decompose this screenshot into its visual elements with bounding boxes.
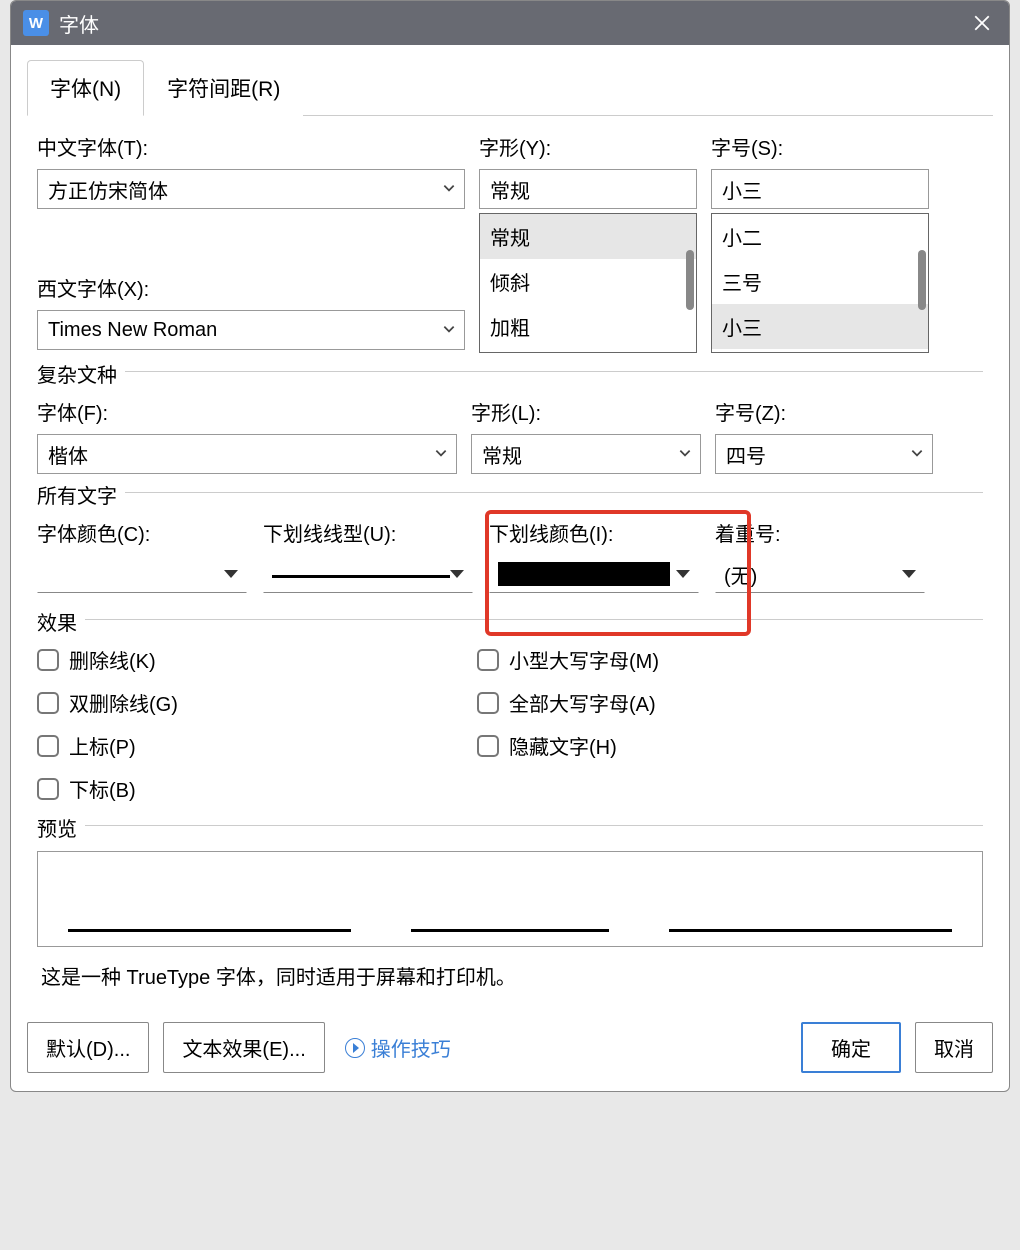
size-label: 字号(S): bbox=[711, 132, 929, 161]
chevron-down-icon bbox=[908, 443, 926, 466]
small-caps-checkbox[interactable]: 小型大写字母(M) bbox=[477, 645, 917, 674]
list-item[interactable]: 三号 bbox=[712, 259, 928, 304]
chevron-down-icon bbox=[432, 443, 450, 466]
complex-font-label: 字体(F): bbox=[37, 397, 457, 426]
complex-style-label: 字形(L): bbox=[471, 397, 701, 426]
cn-font-value: 方正仿宋简体 bbox=[48, 175, 440, 204]
tips-link[interactable]: 操作技巧 bbox=[345, 1033, 451, 1062]
complex-style-combo[interactable]: 常规 bbox=[471, 434, 701, 474]
west-font-combo[interactable]: Times New Roman bbox=[37, 310, 465, 350]
caret-down-icon bbox=[902, 570, 916, 578]
preview-underline bbox=[68, 892, 351, 932]
titlebar: W 字体 bbox=[11, 1, 1009, 45]
text-effect-button[interactable]: 文本效果(E)... bbox=[163, 1022, 324, 1073]
style-listbox[interactable]: 常规 倾斜 加粗 bbox=[479, 213, 697, 353]
style-input[interactable]: 常规 bbox=[479, 169, 697, 209]
chevron-down-icon bbox=[676, 443, 694, 466]
size-input[interactable]: 小三 bbox=[711, 169, 929, 209]
emphasis-label: 着重号: bbox=[715, 518, 925, 547]
tab-font[interactable]: 字体(N) bbox=[27, 60, 144, 116]
subscript-checkbox[interactable]: 下标(B) bbox=[37, 774, 477, 803]
close-button[interactable] bbox=[967, 8, 997, 38]
chevron-down-icon bbox=[440, 178, 458, 201]
chevron-down-icon bbox=[440, 319, 458, 342]
app-icon: W bbox=[23, 10, 49, 36]
style-label: 字形(Y): bbox=[479, 132, 697, 161]
double-strikethrough-checkbox[interactable]: 双删除线(G) bbox=[37, 688, 477, 717]
size-listbox[interactable]: 小二 三号 小三 bbox=[711, 213, 929, 353]
scrollbar[interactable] bbox=[918, 250, 926, 310]
preview-group: 预览 bbox=[37, 825, 983, 947]
hidden-checkbox[interactable]: 隐藏文字(H) bbox=[477, 731, 917, 760]
list-item[interactable]: 小三 bbox=[712, 304, 928, 349]
complex-script-group: 复杂文种 字体(F): 楷体 字形(L): 常规 bbox=[37, 371, 983, 474]
preview-underline bbox=[411, 892, 609, 932]
complex-size-combo[interactable]: 四号 bbox=[715, 434, 933, 474]
complex-size-label: 字号(Z): bbox=[715, 397, 933, 426]
default-button[interactable]: 默认(D)... bbox=[27, 1022, 149, 1073]
cn-font-label: 中文字体(T): bbox=[37, 132, 465, 161]
strikethrough-checkbox[interactable]: 删除线(K) bbox=[37, 645, 477, 674]
font-hint-text: 这是一种 TrueType 字体，同时适用于屏幕和打印机。 bbox=[41, 961, 983, 990]
all-text-group: 所有文字 字体颜色(C): 下划线线型(U): 下划线颜色(I): bbox=[37, 492, 983, 593]
dialog-footer: 默认(D)... 文本效果(E)... 操作技巧 确定 取消 bbox=[11, 1014, 1009, 1091]
preview-box bbox=[37, 851, 983, 947]
list-item[interactable]: 加粗 bbox=[480, 304, 696, 349]
effects-legend: 效果 bbox=[37, 607, 85, 636]
cancel-button[interactable]: 取消 bbox=[915, 1022, 993, 1073]
all-caps-checkbox[interactable]: 全部大写字母(A) bbox=[477, 688, 917, 717]
tab-bar: 字体(N) 字符间距(R) bbox=[27, 59, 993, 116]
complex-legend: 复杂文种 bbox=[37, 359, 125, 388]
font-color-dropdown[interactable] bbox=[37, 555, 247, 593]
cn-font-combo[interactable]: 方正仿宋简体 bbox=[37, 169, 465, 209]
caret-down-icon bbox=[224, 570, 238, 578]
list-item[interactable]: 常规 bbox=[480, 214, 696, 259]
list-item[interactable]: 倾斜 bbox=[480, 259, 696, 304]
play-icon bbox=[345, 1038, 365, 1058]
west-font-label: 西文字体(X): bbox=[37, 273, 465, 302]
complex-font-combo[interactable]: 楷体 bbox=[37, 434, 457, 474]
emphasis-dropdown[interactable]: (无) bbox=[715, 555, 925, 593]
caret-down-icon bbox=[676, 570, 690, 578]
font-dialog: W 字体 字体(N) 字符间距(R) 中文字体(T): 方正仿宋简体 西文字体(… bbox=[10, 0, 1010, 1092]
underline-style-dropdown[interactable] bbox=[263, 555, 473, 593]
window-title: 字体 bbox=[59, 9, 967, 38]
tab-spacing[interactable]: 字符间距(R) bbox=[144, 60, 303, 116]
effects-group: 效果 删除线(K) 双删除线(G) 上标(P) 下标(B) 小型大写字母(M) … bbox=[37, 619, 983, 803]
underline-style-label: 下划线线型(U): bbox=[263, 518, 473, 547]
font-color-label: 字体颜色(C): bbox=[37, 518, 247, 547]
underline-color-dropdown[interactable] bbox=[489, 555, 699, 593]
list-item[interactable]: 小二 bbox=[712, 214, 928, 259]
caret-down-icon bbox=[450, 570, 464, 578]
preview-legend: 预览 bbox=[37, 813, 85, 842]
superscript-checkbox[interactable]: 上标(P) bbox=[37, 731, 477, 760]
ok-button[interactable]: 确定 bbox=[801, 1022, 901, 1073]
underline-color-label: 下划线颜色(I): bbox=[489, 518, 699, 547]
preview-underline bbox=[669, 892, 952, 932]
alltext-legend: 所有文字 bbox=[37, 480, 125, 509]
west-font-value: Times New Roman bbox=[48, 319, 440, 342]
scrollbar[interactable] bbox=[686, 250, 694, 310]
